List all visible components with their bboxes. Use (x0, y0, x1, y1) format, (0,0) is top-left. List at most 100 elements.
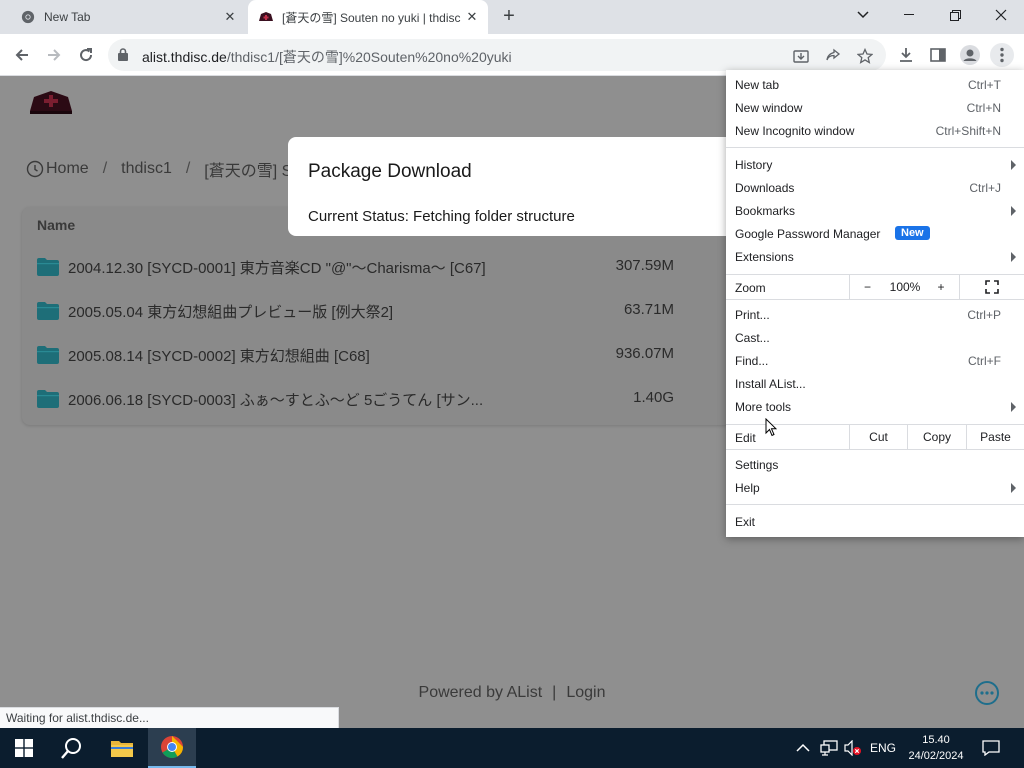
windows-start-icon[interactable] (0, 728, 48, 768)
file-name[interactable]: 2005.08.14 [SYCD-0002] 東方幻想組曲 [C68] (68, 345, 518, 366)
alist-logo[interactable] (28, 89, 74, 120)
menu-item-label: Cast... (735, 331, 770, 345)
language-indicator[interactable]: ENG (870, 728, 896, 768)
reload-icon[interactable] (74, 43, 98, 67)
fullscreen-icon[interactable] (959, 275, 1024, 299)
url-path: /thdisc1/[蒼天の雪]%20Souten%20no%20yuki (226, 49, 512, 65)
side-panel-icon[interactable] (926, 43, 950, 67)
bookmark-star-icon[interactable] (856, 47, 874, 65)
login-link[interactable]: Login (566, 684, 605, 701)
menu-item-label: Extensions (735, 250, 794, 264)
menu-item-new-window[interactable]: New window Ctrl+N (726, 97, 1024, 120)
table-row[interactable]: 2004.12.30 [SYCD-0001] 東方音楽CD "@"～Charis… (22, 245, 742, 289)
powered-by-link[interactable]: Powered by AList (419, 684, 543, 701)
chrome-menu: New tab Ctrl+T New window Ctrl+N New Inc… (726, 70, 1024, 537)
home-icon[interactable] (26, 160, 44, 178)
new-badge: New (895, 226, 930, 240)
notifications-icon[interactable] (982, 728, 1000, 768)
mouse-cursor-icon (765, 417, 778, 442)
profile-avatar-icon[interactable] (958, 43, 982, 67)
folder-icon (36, 257, 60, 282)
table-row[interactable]: 2005.05.04 東方幻想組曲プレビュー版 [例大祭2] 63.71M (22, 289, 742, 333)
restore-button[interactable] (932, 0, 978, 30)
menu-item-find[interactable]: Find... Ctrl+F (726, 350, 1024, 373)
new-tab-button[interactable]: + (498, 6, 520, 28)
file-name[interactable]: 2005.05.04 東方幻想組曲プレビュー版 [例大祭2] (68, 301, 518, 322)
menu-item-label: Settings (735, 458, 779, 472)
menu-item-label: Downloads (735, 181, 795, 195)
more-options-icon[interactable] (975, 681, 999, 705)
menu-item-print[interactable]: Print... Ctrl+P (726, 304, 1024, 327)
chrome-menu-button[interactable] (990, 43, 1014, 67)
menu-item-password-manager[interactable]: Google Password Manager New (726, 223, 1024, 246)
forward-icon[interactable] (42, 43, 66, 67)
breadcrumb-separator: / (102, 160, 108, 177)
menu-item-settings[interactable]: Settings (726, 454, 1024, 477)
menu-item-shortcut: Ctrl+F (968, 354, 1001, 368)
menu-item-history[interactable]: History (726, 154, 1024, 177)
menu-item-extensions[interactable]: Extensions (726, 246, 1024, 269)
downloads-icon[interactable] (894, 43, 918, 67)
menu-item-new-tab[interactable]: New tab Ctrl+T (726, 74, 1024, 97)
tab-title: New Tab (44, 10, 91, 24)
menu-divider (726, 147, 1024, 148)
share-icon[interactable] (824, 47, 842, 65)
tab-strip: New Tab ✕ [蒼天の雪] Souten no yuki | thdisc… (0, 0, 1024, 34)
breadcrumb-thdisc1[interactable]: thdisc1 (121, 160, 172, 178)
menu-item-install-alist[interactable]: Install AList... (726, 373, 1024, 396)
file-name[interactable]: 2006.06.18 [SYCD-0003] ふぁ～すとふ～ど 5ごうてん [サ… (68, 389, 518, 410)
table-row[interactable]: 2005.08.14 [SYCD-0002] 東方幻想組曲 [C68] 936.… (22, 333, 742, 377)
lock-icon[interactable] (118, 48, 128, 66)
zoom-level: 100% (889, 280, 921, 294)
breadcrumb-home[interactable]: Home (46, 160, 89, 178)
menu-item-help[interactable]: Help (726, 477, 1024, 500)
paste-button[interactable]: Paste (966, 425, 1024, 449)
tab-new-tab[interactable]: New Tab ✕ (8, 0, 246, 34)
back-icon[interactable] (10, 43, 34, 67)
column-header-name[interactable]: Name (37, 217, 75, 233)
status-bubble: Waiting for alist.thdisc.de... (0, 707, 339, 728)
zoom-in-button[interactable]: + (925, 275, 957, 299)
menu-item-label: Google Password Manager (735, 227, 881, 241)
menu-item-new-incognito-window[interactable]: New Incognito window Ctrl+Shift+N (726, 120, 1024, 143)
address-bar[interactable]: alist.thdisc.de/thdisc1/[蒼天の雪]%20Souten%… (108, 39, 886, 71)
footer-separator: | (552, 684, 557, 701)
menu-item-exit[interactable]: Exit (726, 511, 1024, 534)
zoom-out-button[interactable]: − (849, 275, 885, 299)
submenu-arrow-icon (1011, 402, 1016, 412)
menu-item-label: Exit (735, 515, 756, 529)
menu-item-label: New Incognito window (735, 124, 855, 138)
install-app-icon[interactable] (792, 47, 810, 65)
volume-muted-icon[interactable] (844, 728, 862, 768)
tab-search-icon[interactable] (840, 0, 886, 30)
menu-item-label: Install AList... (735, 377, 806, 391)
close-tab-icon[interactable]: ✕ (464, 9, 480, 25)
menu-item-shortcut: Ctrl+Shift+N (935, 124, 1001, 138)
taskbar-clock[interactable]: 15.40 24/02/2024 (900, 732, 972, 764)
file-explorer-icon[interactable] (98, 728, 146, 768)
menu-item-downloads[interactable]: Downloads Ctrl+J (726, 177, 1024, 200)
file-size: 1.40G (633, 389, 674, 406)
submenu-arrow-icon (1011, 160, 1016, 170)
menu-divider (726, 504, 1024, 505)
minimize-button[interactable] (886, 0, 932, 30)
copy-button[interactable]: Copy (907, 425, 966, 449)
close-window-button[interactable] (978, 0, 1024, 30)
table-row[interactable]: 2006.06.18 [SYCD-0003] ふぁ～すとふ～ど 5ごうてん [サ… (22, 377, 742, 421)
menu-item-bookmarks[interactable]: Bookmarks (726, 200, 1024, 223)
search-icon[interactable] (48, 728, 96, 768)
close-tab-icon[interactable]: ✕ (222, 9, 238, 25)
windows-taskbar: ENG 15.40 24/02/2024 (0, 728, 1024, 768)
network-icon[interactable] (820, 728, 838, 768)
tab-alist[interactable]: [蒼天の雪] Souten no yuki | thdisc ✕ (248, 0, 488, 34)
tray-chevron-icon[interactable] (796, 728, 810, 768)
file-name[interactable]: 2004.12.30 [SYCD-0001] 東方音楽CD "@"～Charis… (68, 257, 518, 278)
breadcrumb-current[interactable]: [蒼天の雪] So (204, 157, 301, 181)
menu-item-label: New tab (735, 78, 780, 92)
menu-item-label: Bookmarks (735, 204, 796, 218)
menu-item-cast[interactable]: Cast... (726, 327, 1024, 350)
modal-status: Current Status: Fetching folder structur… (308, 208, 575, 225)
chrome-taskbar-icon[interactable] (148, 728, 196, 768)
cut-button[interactable]: Cut (849, 425, 907, 449)
menu-item-more-tools[interactable]: More tools (726, 396, 1024, 419)
